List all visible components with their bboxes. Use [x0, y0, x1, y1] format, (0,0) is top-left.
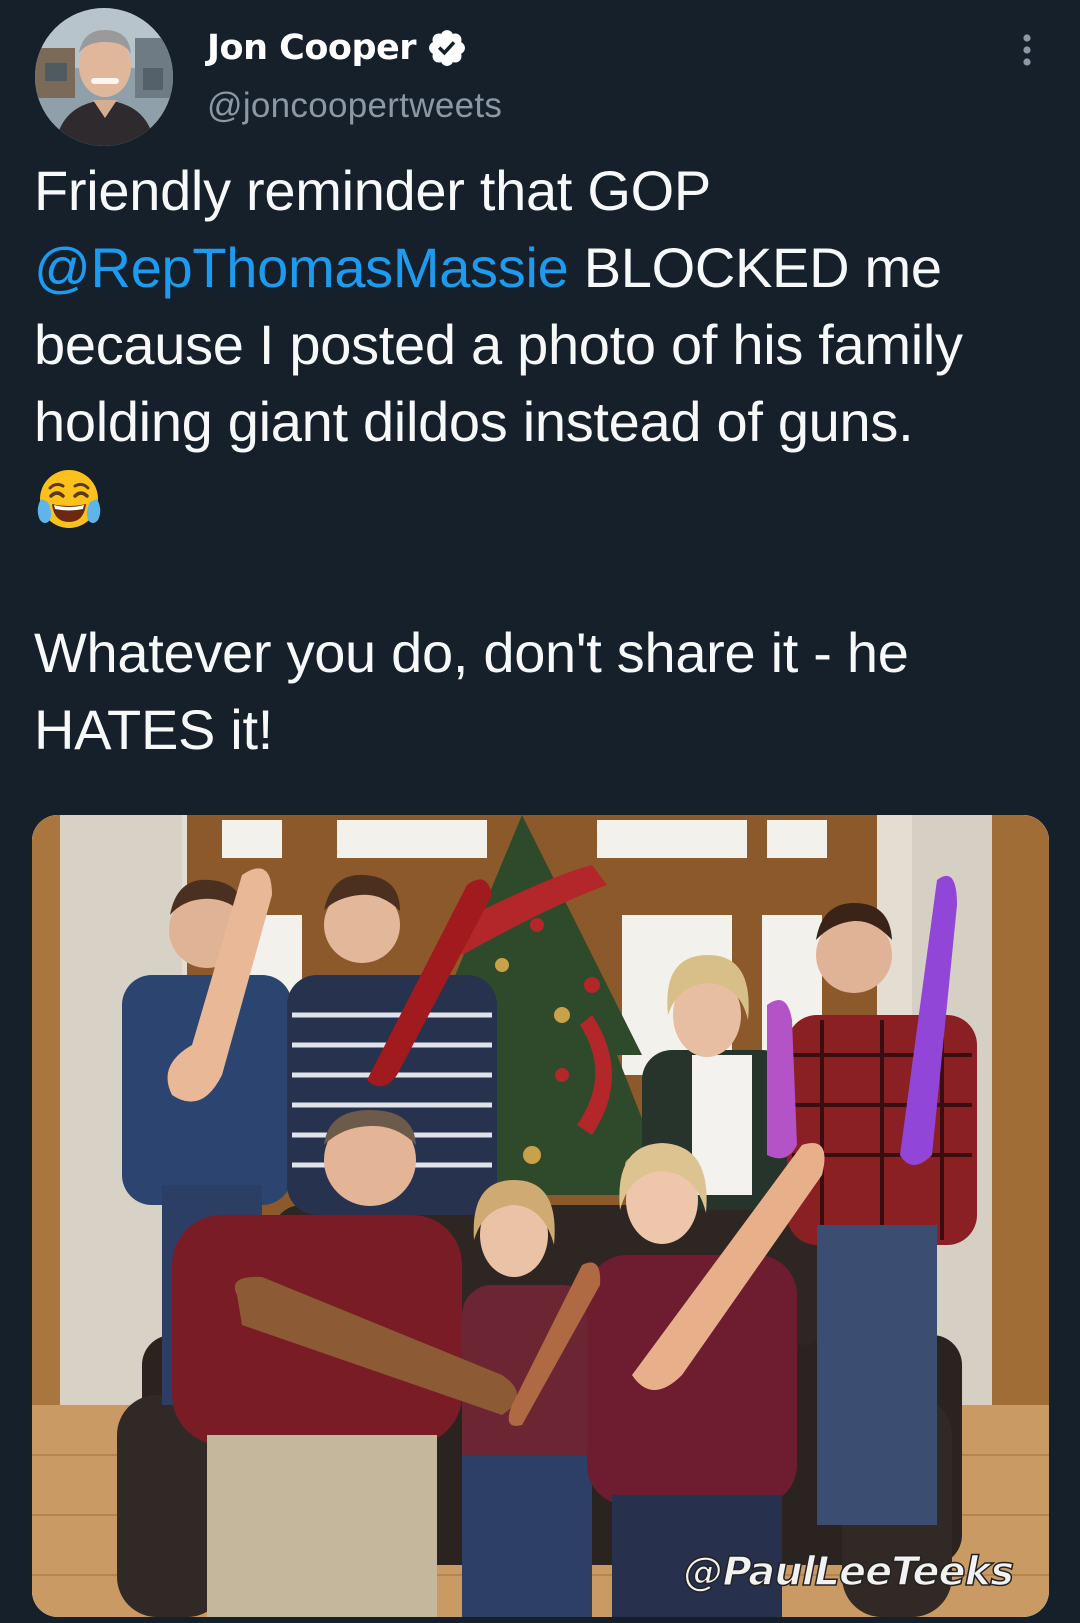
- author-avatar[interactable]: [35, 8, 173, 146]
- verified-badge-icon: [426, 27, 468, 69]
- tweet-line-2-rest: BLOCKED me: [568, 236, 942, 299]
- tweet-line-6: HATES it!: [34, 698, 273, 761]
- tweet-line-3: because I posted a photo of his family: [34, 313, 963, 376]
- emoji-line: [34, 460, 1054, 537]
- more-options-icon[interactable]: [1012, 30, 1042, 70]
- family-photo-illustration: [32, 815, 1049, 1617]
- tweet-text: Friendly reminder that GOP @RepThomasMas…: [34, 152, 1054, 768]
- tweet: Jon Cooper @joncoopertweets Friendly rem…: [0, 0, 1080, 1623]
- tweet-photo[interactable]: @PaulLeeTeeks: [32, 815, 1049, 1617]
- photo-watermark: @PaulLeeTeeks: [683, 1548, 1015, 1596]
- mention-link[interactable]: @RepThomasMassie: [34, 236, 569, 299]
- tweet-line-1: Friendly reminder that GOP: [34, 159, 711, 222]
- tweet-line-2: @RepThomasMassie BLOCKED me: [34, 229, 1054, 306]
- tweet-line-4: holding giant dildos instead of guns.: [34, 390, 914, 453]
- author-handle[interactable]: @joncoopertweets: [207, 86, 502, 126]
- display-name[interactable]: Jon Cooper: [207, 28, 417, 68]
- author-name-row[interactable]: Jon Cooper: [207, 24, 468, 72]
- tears-of-joy-emoji-icon: [36, 466, 102, 532]
- tweet-line-5: Whatever you do, don't share it - he: [34, 621, 909, 684]
